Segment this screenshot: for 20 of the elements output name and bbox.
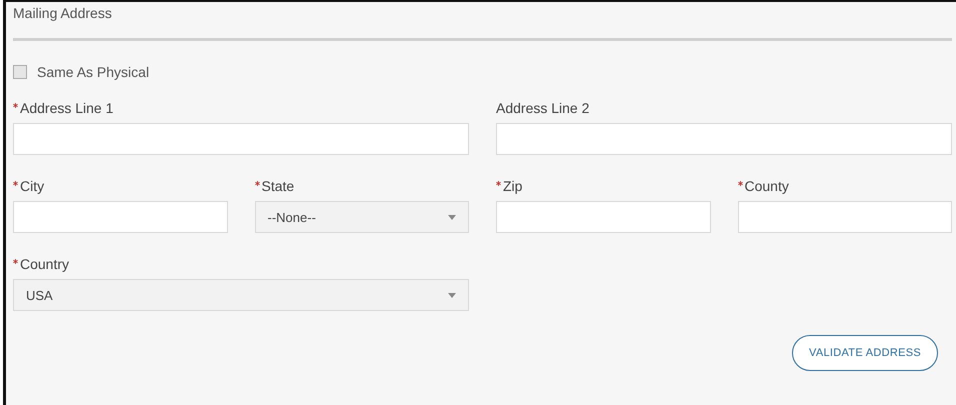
dropdown[interactable]: --None-- [254, 201, 469, 233]
caret-icon [448, 292, 456, 298]
dropdown[interactable]: USA [13, 279, 469, 311]
input-field[interactable] [496, 123, 952, 155]
field-label: Address Line 1 [20, 100, 114, 116]
field-label: State [262, 178, 294, 194]
input-field[interactable] [13, 123, 469, 155]
section-title: Mailing Address [13, 4, 113, 23]
checkbox[interactable] [13, 65, 27, 79]
input-field[interactable] [496, 201, 710, 233]
input-field[interactable] [13, 201, 228, 233]
field-label: Address Line 2 [496, 100, 590, 116]
field-label: City [20, 178, 44, 194]
field-label: Zip [503, 178, 522, 194]
field-label: Country [20, 256, 70, 272]
caret-icon [448, 214, 456, 220]
validate-address-button[interactable]: VALIDATE ADDRESS [792, 335, 938, 371]
checkbox-label: Same As Physical [37, 64, 150, 80]
field-label: County [744, 178, 789, 194]
input-field[interactable] [738, 201, 952, 233]
